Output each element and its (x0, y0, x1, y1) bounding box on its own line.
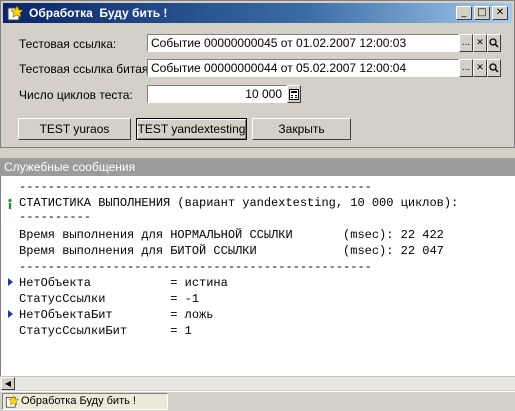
messages-panel[interactable]: ----------------------------------------… (0, 176, 515, 376)
calculator-icon (289, 89, 299, 100)
app-icon (5, 395, 19, 408)
title-bar[interactable]: Обработка Буду бить ! _ □ ✕ (3, 3, 512, 23)
minimize-button[interactable]: _ (456, 6, 472, 20)
cycles-field[interactable]: 10 000 (147, 85, 287, 103)
message-line: Время выполнения для НОРМАЛЬНОЙ ССЫЛКИ (… (19, 228, 444, 242)
close-window-button[interactable]: ✕ (492, 6, 508, 20)
message-line: ----------------------------------------… (19, 260, 372, 274)
processing-window: Обработка Буду бить ! _ □ ✕ Тестовая ссы… (0, 0, 515, 148)
broken-link-field[interactable]: Событие 00000000044 от 05.02.2007 12:00:… (147, 59, 459, 77)
scroll-left-arrow-icon[interactable]: ◀ (1, 377, 15, 390)
message-line: Время выполнения для БИТОЙ ССЫЛКИ (msec)… (19, 244, 444, 258)
calculator-button[interactable] (287, 85, 301, 103)
close-button[interactable]: Закрыть (252, 118, 351, 140)
message-line: НетОбъектаБит = ложь (19, 308, 214, 322)
test-link-clear-button[interactable]: ✕ (473, 34, 487, 52)
taskbar-window-item[interactable]: Обработка Буду бить ! (2, 393, 168, 410)
broken-link-clear-button[interactable]: ✕ (473, 59, 487, 77)
test-link-label: Тестовая ссылка: (19, 37, 117, 51)
magnifier-icon (489, 63, 499, 73)
app-icon (7, 5, 23, 21)
broken-link-select-button[interactable]: ... (459, 59, 473, 77)
messages-header: Служебные сообщения (0, 158, 515, 176)
test-link-open-button[interactable] (487, 34, 501, 52)
test-link-field[interactable]: Событие 00000000045 от 01.02.2007 12:00:… (147, 34, 459, 52)
message-line: СТАТИСТИКА ВЫПОЛНЕНИЯ (вариант yandextes… (19, 196, 459, 210)
message-line: НетОбъекта = истина (19, 276, 228, 290)
taskbar-item-label: Обработка Буду бить ! (21, 395, 136, 407)
broken-link-label: Тестовая ссылка битая: (19, 62, 152, 76)
message-line: ----------------------------------------… (19, 180, 372, 194)
test-yandextesting-button[interactable]: TEST yandextesting (136, 118, 247, 140)
window-taskbar: Обработка Буду бить ! (0, 391, 515, 411)
horizontal-scrollbar[interactable]: ◀ (0, 376, 515, 390)
window-title: Обработка Буду бить ! (29, 6, 168, 20)
arrow-marker-icon (8, 310, 13, 318)
magnifier-icon (489, 38, 499, 48)
broken-link-open-button[interactable] (487, 59, 501, 77)
info-icon (8, 198, 12, 209)
test-yuraos-button[interactable]: TEST yuraos (18, 118, 131, 140)
arrow-marker-icon (8, 278, 13, 286)
cycles-label: Число циклов теста: (19, 88, 133, 102)
message-line: СтатусСсылкиБит = 1 (19, 324, 192, 338)
message-line: ---------- (19, 210, 92, 224)
test-link-select-button[interactable]: ... (459, 34, 473, 52)
message-line: СтатусСсылки = -1 (19, 292, 200, 306)
maximize-button[interactable]: □ (474, 6, 490, 20)
